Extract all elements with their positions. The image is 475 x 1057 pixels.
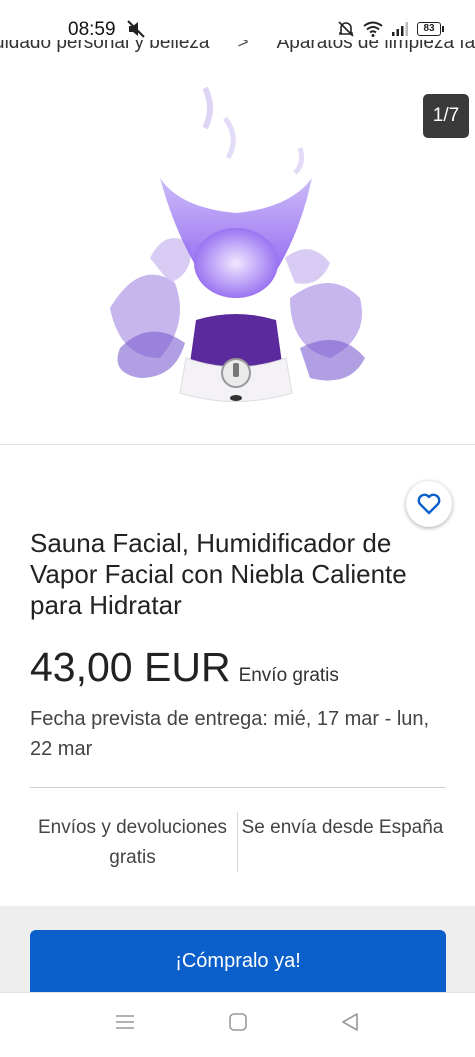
heart-icon xyxy=(417,493,441,515)
breadcrumb-item[interactable]: Aparatos de limpieza facial xyxy=(277,40,475,54)
breadcrumb-separator: > xyxy=(237,40,249,53)
price-row: 43,00 EUR Envío gratis xyxy=(30,644,339,691)
buy-now-button[interactable]: ¡Cómpralo ya! xyxy=(30,930,446,992)
column-divider xyxy=(237,812,238,872)
divider xyxy=(30,787,446,788)
product-image-gallery[interactable]: 1/7 xyxy=(0,58,475,444)
bell-off-icon xyxy=(338,21,354,37)
divider xyxy=(0,444,475,445)
shipping-label: Envío gratis xyxy=(238,665,339,686)
breadcrumb: uidado personal y belleza > Aparatos de … xyxy=(0,40,475,58)
price: 43,00 EUR xyxy=(30,644,231,690)
signal-icon xyxy=(392,22,408,36)
status-icons: 83 xyxy=(337,20,444,38)
delivery-estimate: Fecha prevista de entrega: mié, 17 mar -… xyxy=(30,708,430,760)
breadcrumb-item[interactable]: uidado personal y belleza xyxy=(0,40,210,54)
status-time: 08:59 xyxy=(68,19,116,40)
product-image[interactable] xyxy=(0,58,475,444)
image-counter: 1/7 xyxy=(423,94,469,138)
status-bar: 08:59 83 xyxy=(0,0,475,40)
ships-from-info[interactable]: Se envía desde España xyxy=(240,813,445,843)
shipping-returns-info[interactable]: Envíos y devoluciones gratis xyxy=(30,813,235,873)
system-nav-bar xyxy=(0,992,475,1057)
watchlist-button[interactable] xyxy=(406,481,452,527)
product-title: Sauna Facial, Humidificador de Vapor Fac… xyxy=(30,528,407,620)
wifi-icon xyxy=(363,21,383,37)
mute-icon xyxy=(127,20,145,38)
menu-icon[interactable] xyxy=(114,1012,136,1032)
back-icon[interactable] xyxy=(339,1012,361,1032)
battery-indicator: 83 xyxy=(417,22,444,36)
home-icon[interactable] xyxy=(227,1012,249,1032)
